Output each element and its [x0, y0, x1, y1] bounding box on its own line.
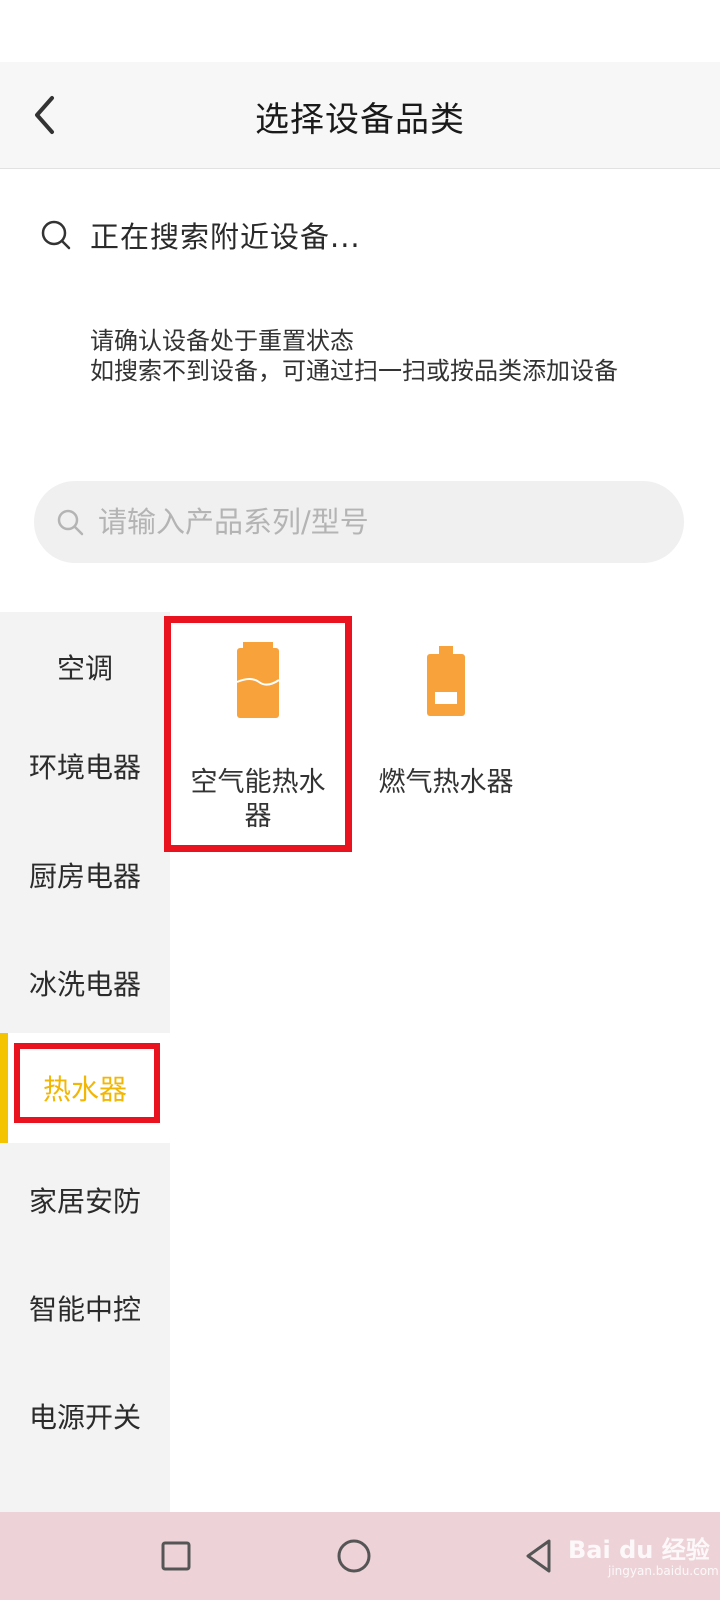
- search-input[interactable]: [96, 504, 660, 540]
- hint-line-2: 如搜索不到设备，可通过扫一扫或按品类添加设备: [90, 357, 618, 385]
- sidebar-item-label: 空调: [56, 652, 113, 685]
- sidebar-item-fridge-laundry[interactable]: 冰洗电器: [0, 928, 170, 1038]
- sidebar-item-kitchen-appliances[interactable]: 厨房电器: [0, 820, 170, 930]
- sidebar-item-label: 环境电器: [28, 751, 141, 784]
- sidebar-item-smart-control[interactable]: 智能中控: [0, 1253, 170, 1363]
- sidebar-item-label: 家居安防: [28, 1185, 141, 1218]
- back-icon: [526, 1539, 551, 1573]
- sidebar-item-label: 厨房电器: [28, 860, 141, 893]
- recent-apps-button[interactable]: [152, 1532, 200, 1580]
- header: 选择设备品类: [0, 62, 720, 169]
- sidebar-item-air-conditioner[interactable]: 空调: [0, 612, 170, 722]
- nav-back-button[interactable]: [516, 1532, 564, 1580]
- category-sidebar: 空调 环境电器 厨房电器 冰洗电器 热水器 家居安防 智能中控 电源开关: [0, 612, 170, 1512]
- sidebar-item-power-switch[interactable]: 电源开关: [0, 1361, 170, 1471]
- hint-text: 请确认设备处于重置状态 如搜索不到设备，可通过扫一扫或按品类添加设备: [90, 326, 618, 386]
- active-indicator: [0, 1033, 8, 1143]
- watermark-sub: jingyan.baidu.com: [608, 1564, 719, 1578]
- home-button[interactable]: [330, 1532, 378, 1580]
- scan-status: 正在搜索附近设备...: [38, 210, 361, 260]
- recent-apps-icon: [161, 1541, 191, 1571]
- product-label-line-1: 燃气热水器: [378, 767, 514, 798]
- search-icon: [57, 509, 84, 536]
- sidebar-item-label: 智能中控: [28, 1293, 141, 1326]
- product-gas-water-heater[interactable]: 燃气热水器: [354, 620, 538, 800]
- search-bar[interactable]: [34, 481, 684, 563]
- product-label: 燃气热水器: [379, 766, 514, 800]
- search-spinner-icon: [41, 220, 71, 250]
- sidebar-item-water-heater[interactable]: 热水器: [0, 1033, 170, 1143]
- highlight-box: [164, 616, 352, 852]
- scan-status-text: 正在搜索附近设备...: [90, 220, 361, 254]
- sidebar-item-home-security[interactable]: 家居安防: [0, 1145, 170, 1255]
- baidu-watermark: Bai du 经验 jingyan.baidu.com: [560, 1524, 719, 1584]
- sidebar-item-label: 冰洗电器: [28, 968, 141, 1001]
- page-title: 选择设备品类: [255, 100, 465, 140]
- sidebar-item-label: 热水器: [42, 1073, 127, 1106]
- watermark-main: Bai du 经验: [568, 1536, 710, 1564]
- status-bar: [0, 0, 720, 62]
- sidebar-item-label: 电源开关: [28, 1401, 141, 1434]
- sidebar-item-environment-appliances[interactable]: 环境电器: [0, 711, 170, 821]
- gas-water-heater-icon: [427, 646, 465, 716]
- home-icon: [337, 1539, 371, 1573]
- product-air-water-heater[interactable]: 空气能热水 器: [164, 616, 352, 852]
- hint-line-1: 请确认设备处于重置状态: [90, 327, 354, 355]
